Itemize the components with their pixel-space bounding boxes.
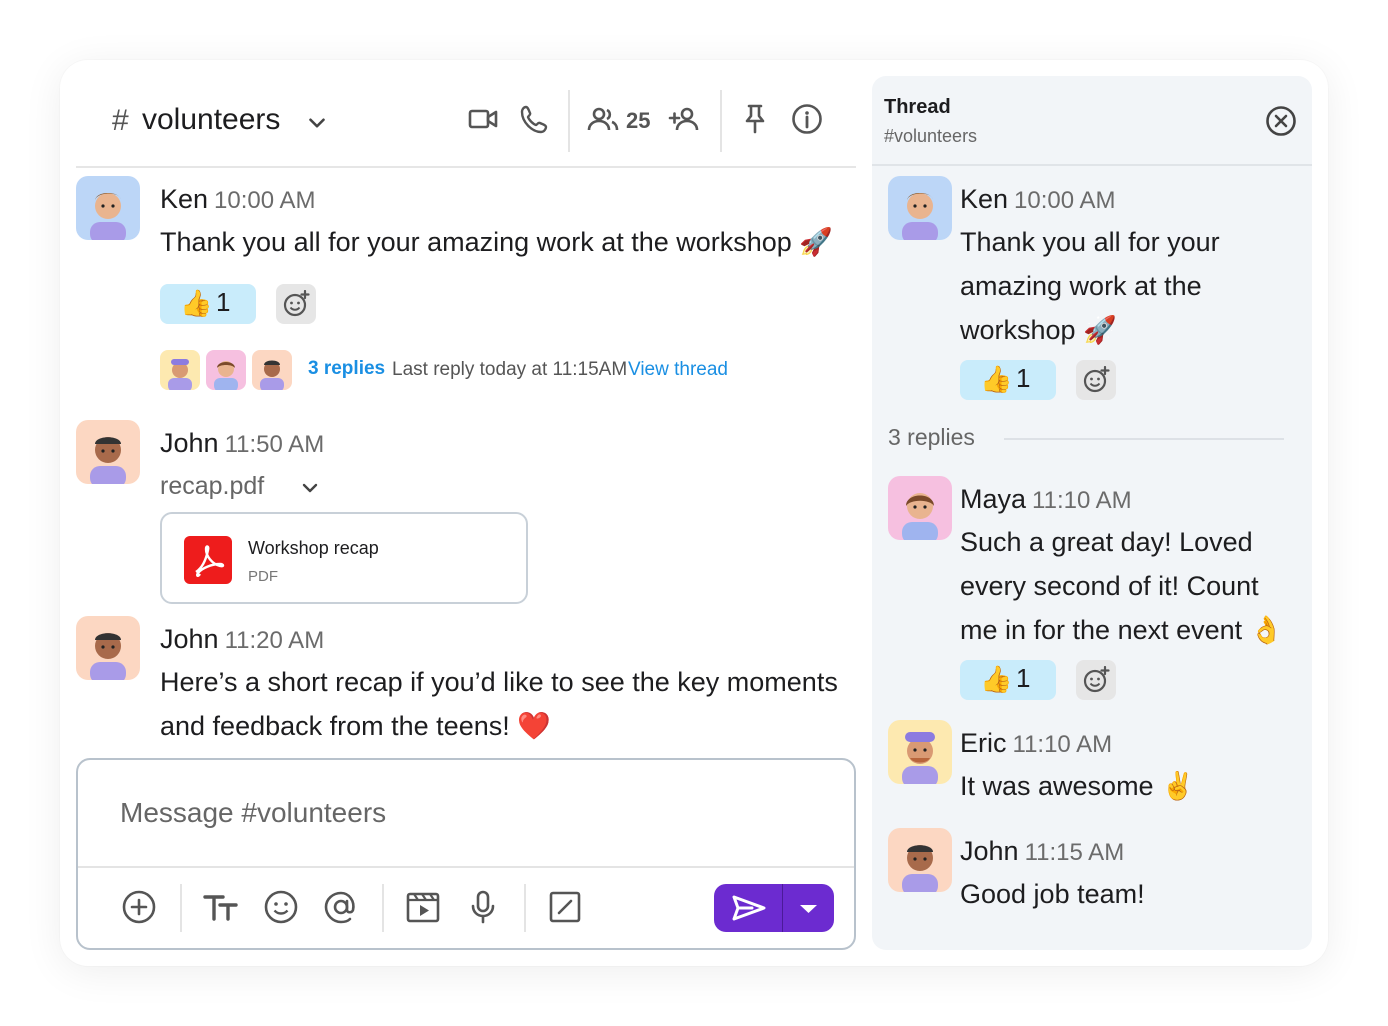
mention-icon[interactable] xyxy=(322,888,360,926)
reaction-thumbs-up[interactable]: 👍 1 xyxy=(960,360,1056,400)
slash-command-icon[interactable] xyxy=(546,888,584,926)
reaction-thumbs-up[interactable]: 👍 1 xyxy=(960,660,1056,700)
message-time: 11:50 AM xyxy=(224,431,325,458)
view-thread-link[interactable]: View thread xyxy=(628,359,728,381)
send-button[interactable] xyxy=(714,884,834,932)
send-icon[interactable] xyxy=(714,884,782,932)
message-time: 11:20 AM xyxy=(224,627,325,654)
toolbar-divider xyxy=(382,884,384,932)
avatar-john[interactable] xyxy=(76,616,140,680)
reaction-count: 1 xyxy=(1016,363,1031,393)
message-time: 11:10 AM xyxy=(1032,487,1132,514)
reply-avatar-eric[interactable] xyxy=(160,350,200,390)
channel-hash: # xyxy=(112,104,129,137)
thread-divider xyxy=(872,164,1312,166)
video-clip-icon[interactable] xyxy=(404,888,442,926)
emoji-icon[interactable] xyxy=(262,888,300,926)
file-attachment[interactable]: Workshop recap PDF xyxy=(160,512,528,604)
text-format-icon[interactable] xyxy=(202,888,240,926)
last-reply-text: Last reply today at 11:15AM xyxy=(392,359,628,380)
message-text: Thank you all for your amazing work at t… xyxy=(160,227,833,257)
message-input[interactable] xyxy=(118,796,722,830)
message-time: 10:00 AM xyxy=(1014,187,1116,214)
add-emoji-icon xyxy=(283,290,310,317)
message-composer xyxy=(76,758,856,950)
thread-panel: Thread #volunteers Ken 10:00 AM Thank you… xyxy=(872,76,1312,950)
thumbs-up-emoji: 👍 xyxy=(980,664,1013,694)
members-icon[interactable] xyxy=(586,102,620,136)
avatar-john[interactable] xyxy=(76,420,140,484)
message-author[interactable]: John 11:50 AM xyxy=(160,428,324,459)
replies-divider xyxy=(1004,438,1284,440)
message-author[interactable]: Ken 10:00 AM xyxy=(960,184,1115,215)
microphone-icon[interactable] xyxy=(464,888,502,926)
avatar-maya[interactable] xyxy=(888,476,952,540)
message-author[interactable]: John 11:15 AM xyxy=(960,836,1124,867)
file-type: PDF xyxy=(248,568,278,585)
thread-replies-link[interactable]: 3 replies xyxy=(308,358,385,380)
reaction-thumbs-up[interactable]: 👍 1 xyxy=(160,284,256,324)
thumbs-up-emoji: 👍 xyxy=(980,364,1013,394)
toolbar-divider xyxy=(180,884,182,932)
phone-call-icon[interactable] xyxy=(518,102,552,136)
file-title: Workshop recap xyxy=(248,538,379,558)
header-divider xyxy=(720,90,722,152)
message-time: 11:15 AM xyxy=(1024,839,1125,866)
message-text: Here’s a short recap if you’d like to se… xyxy=(160,667,838,741)
message-text: Thank you all for your amazing work at t… xyxy=(960,227,1220,345)
message-text: It was awesome ✌️ xyxy=(960,771,1195,801)
replies-count-label: 3 replies xyxy=(888,424,975,450)
message-author[interactable]: Eric 11:10 AM xyxy=(960,728,1112,759)
channel-name[interactable]: volunteers xyxy=(142,103,280,137)
file-label: recap.pdf xyxy=(160,472,265,500)
reaction-count: 1 xyxy=(216,287,231,317)
message-author[interactable]: Maya 11:10 AM xyxy=(960,484,1132,515)
reply-avatar-john[interactable] xyxy=(252,350,292,390)
toolbar-divider xyxy=(524,884,526,932)
message-author[interactable]: Ken 10:00 AM xyxy=(160,184,315,215)
message-author[interactable]: John 11:20 AM xyxy=(160,624,324,655)
message-text: Good job team! xyxy=(960,879,1145,909)
add-member-icon[interactable] xyxy=(668,102,702,136)
thread-channel[interactable]: #volunteers xyxy=(884,126,977,147)
member-count[interactable]: 25 xyxy=(626,108,650,134)
header-divider xyxy=(568,90,570,152)
info-icon[interactable] xyxy=(790,102,824,136)
pin-icon[interactable] xyxy=(738,102,772,136)
video-call-icon[interactable] xyxy=(466,102,500,136)
add-reaction-button[interactable] xyxy=(1076,360,1116,400)
add-reaction-button[interactable] xyxy=(276,284,316,324)
add-reaction-button[interactable] xyxy=(1076,660,1116,700)
avatar-ken[interactable] xyxy=(888,176,952,240)
thread-title: Thread xyxy=(884,96,951,118)
avatar-john[interactable] xyxy=(888,828,952,892)
reply-avatar-maya[interactable] xyxy=(206,350,246,390)
add-emoji-icon xyxy=(1083,666,1110,693)
chevron-down-icon[interactable] xyxy=(304,110,330,136)
reaction-count: 1 xyxy=(1016,663,1031,693)
avatar-ken[interactable] xyxy=(76,176,140,240)
avatar-eric[interactable] xyxy=(888,720,952,784)
composer-divider xyxy=(78,866,854,868)
add-emoji-icon xyxy=(1083,366,1110,393)
message-text: Such a great day! Loved every second of … xyxy=(960,527,1284,645)
message-time: 10:00 AM xyxy=(214,187,316,214)
close-icon[interactable] xyxy=(1264,104,1298,138)
caret-down-icon[interactable] xyxy=(783,884,834,932)
channel-header: # volunteers 25 xyxy=(76,76,856,168)
thumbs-up-emoji: 👍 xyxy=(180,288,213,318)
add-attachment-icon[interactable] xyxy=(120,888,158,926)
chevron-down-icon[interactable] xyxy=(298,476,322,500)
message-time: 11:10 AM xyxy=(1012,731,1113,758)
pdf-icon xyxy=(184,536,232,584)
